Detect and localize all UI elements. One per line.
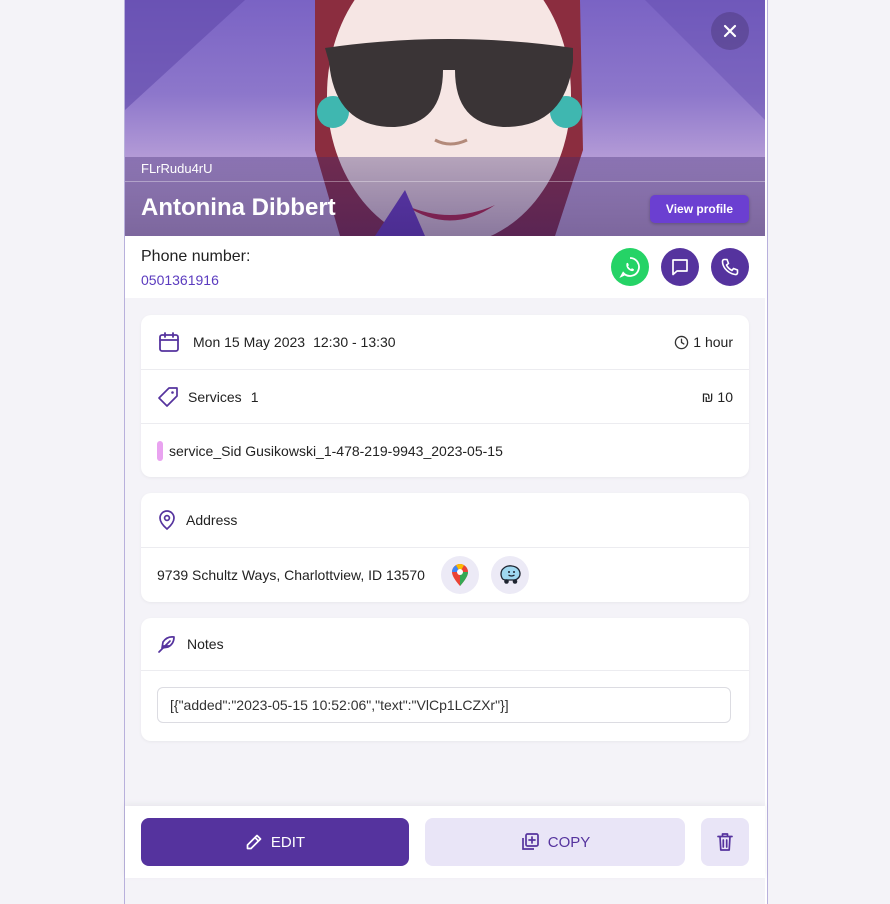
hero-divider xyxy=(125,181,765,182)
appointment-duration: 1 hour xyxy=(693,334,733,350)
appointment-details-sheet: FLrRudu4rU Antonina Dibbert View profile… xyxy=(125,0,765,904)
clock-icon xyxy=(675,335,689,349)
action-footer: EDIT COPY xyxy=(125,806,765,878)
delete-button[interactable] xyxy=(701,818,749,866)
calendar-icon xyxy=(159,332,179,352)
notes-field[interactable]: [{"added":"2023-05-15 10:52:06","text":"… xyxy=(157,687,731,723)
copy-button[interactable]: COPY xyxy=(425,818,685,866)
datetime-row: Mon 15 May 2023 12:30 - 13:30 1 hour xyxy=(141,315,749,369)
call-button[interactable] xyxy=(711,248,749,286)
client-hero-banner: FLrRudu4rU Antonina Dibbert View profile xyxy=(125,0,765,236)
services-count: 1 xyxy=(250,389,259,405)
address-card: Address 9739 Schultz Ways, Charlottview,… xyxy=(141,493,749,602)
divider xyxy=(141,670,749,671)
services-price: ₪ 10 xyxy=(701,389,733,405)
appointment-time: 12:30 - 13:30 xyxy=(313,334,396,350)
service-name: service_Sid Gusikowski_1-478-219-9943_20… xyxy=(169,442,503,459)
address-text: 9739 Schultz Ways, Charlottview, ID 1357… xyxy=(157,567,425,583)
message-button[interactable] xyxy=(661,248,699,286)
client-id: FLrRudu4rU xyxy=(141,161,213,176)
notes-header: Notes xyxy=(141,618,749,670)
address-label: Address xyxy=(186,512,238,528)
pencil-icon xyxy=(246,834,262,850)
services-row: Services 1 ₪ 10 xyxy=(141,370,749,424)
location-pin-icon xyxy=(159,510,175,531)
waze-icon xyxy=(500,565,521,584)
whatsapp-icon xyxy=(619,257,640,279)
close-button[interactable] xyxy=(711,12,749,50)
phone-number-link[interactable]: 0501361916 xyxy=(141,272,219,288)
client-name: Antonina Dibbert xyxy=(141,194,336,221)
tag-icon xyxy=(158,387,178,407)
service-color-marker xyxy=(157,440,163,461)
google-maps-button[interactable] xyxy=(441,556,479,594)
waze-button[interactable] xyxy=(491,556,529,594)
trash-icon xyxy=(717,833,733,851)
google-maps-icon xyxy=(452,564,468,586)
phone-label: Phone number: xyxy=(141,248,251,265)
copy-icon xyxy=(521,833,539,850)
whatsapp-button[interactable] xyxy=(611,248,649,286)
appointment-card: Mon 15 May 2023 12:30 - 13:30 1 hour Ser… xyxy=(141,315,749,477)
phone-section: Phone number: 0501361916 xyxy=(125,236,765,298)
notes-label: Notes xyxy=(187,636,224,652)
appointment-date: Mon 15 May 2023 xyxy=(193,334,306,350)
service-item: service_Sid Gusikowski_1-478-219-9943_20… xyxy=(141,424,749,477)
copy-label: COPY xyxy=(547,833,591,851)
close-icon xyxy=(723,24,737,38)
view-profile-button[interactable]: View profile xyxy=(650,195,749,223)
address-header: Address xyxy=(141,493,749,547)
message-icon xyxy=(672,259,688,276)
notes-card: Notes [{"added":"2023-05-15 10:52:06","t… xyxy=(141,618,749,741)
edit-button[interactable]: EDIT xyxy=(141,818,409,866)
services-label: Services xyxy=(188,389,242,405)
edit-label: EDIT xyxy=(270,833,306,851)
feather-icon xyxy=(158,636,175,653)
phone-icon xyxy=(721,258,739,276)
